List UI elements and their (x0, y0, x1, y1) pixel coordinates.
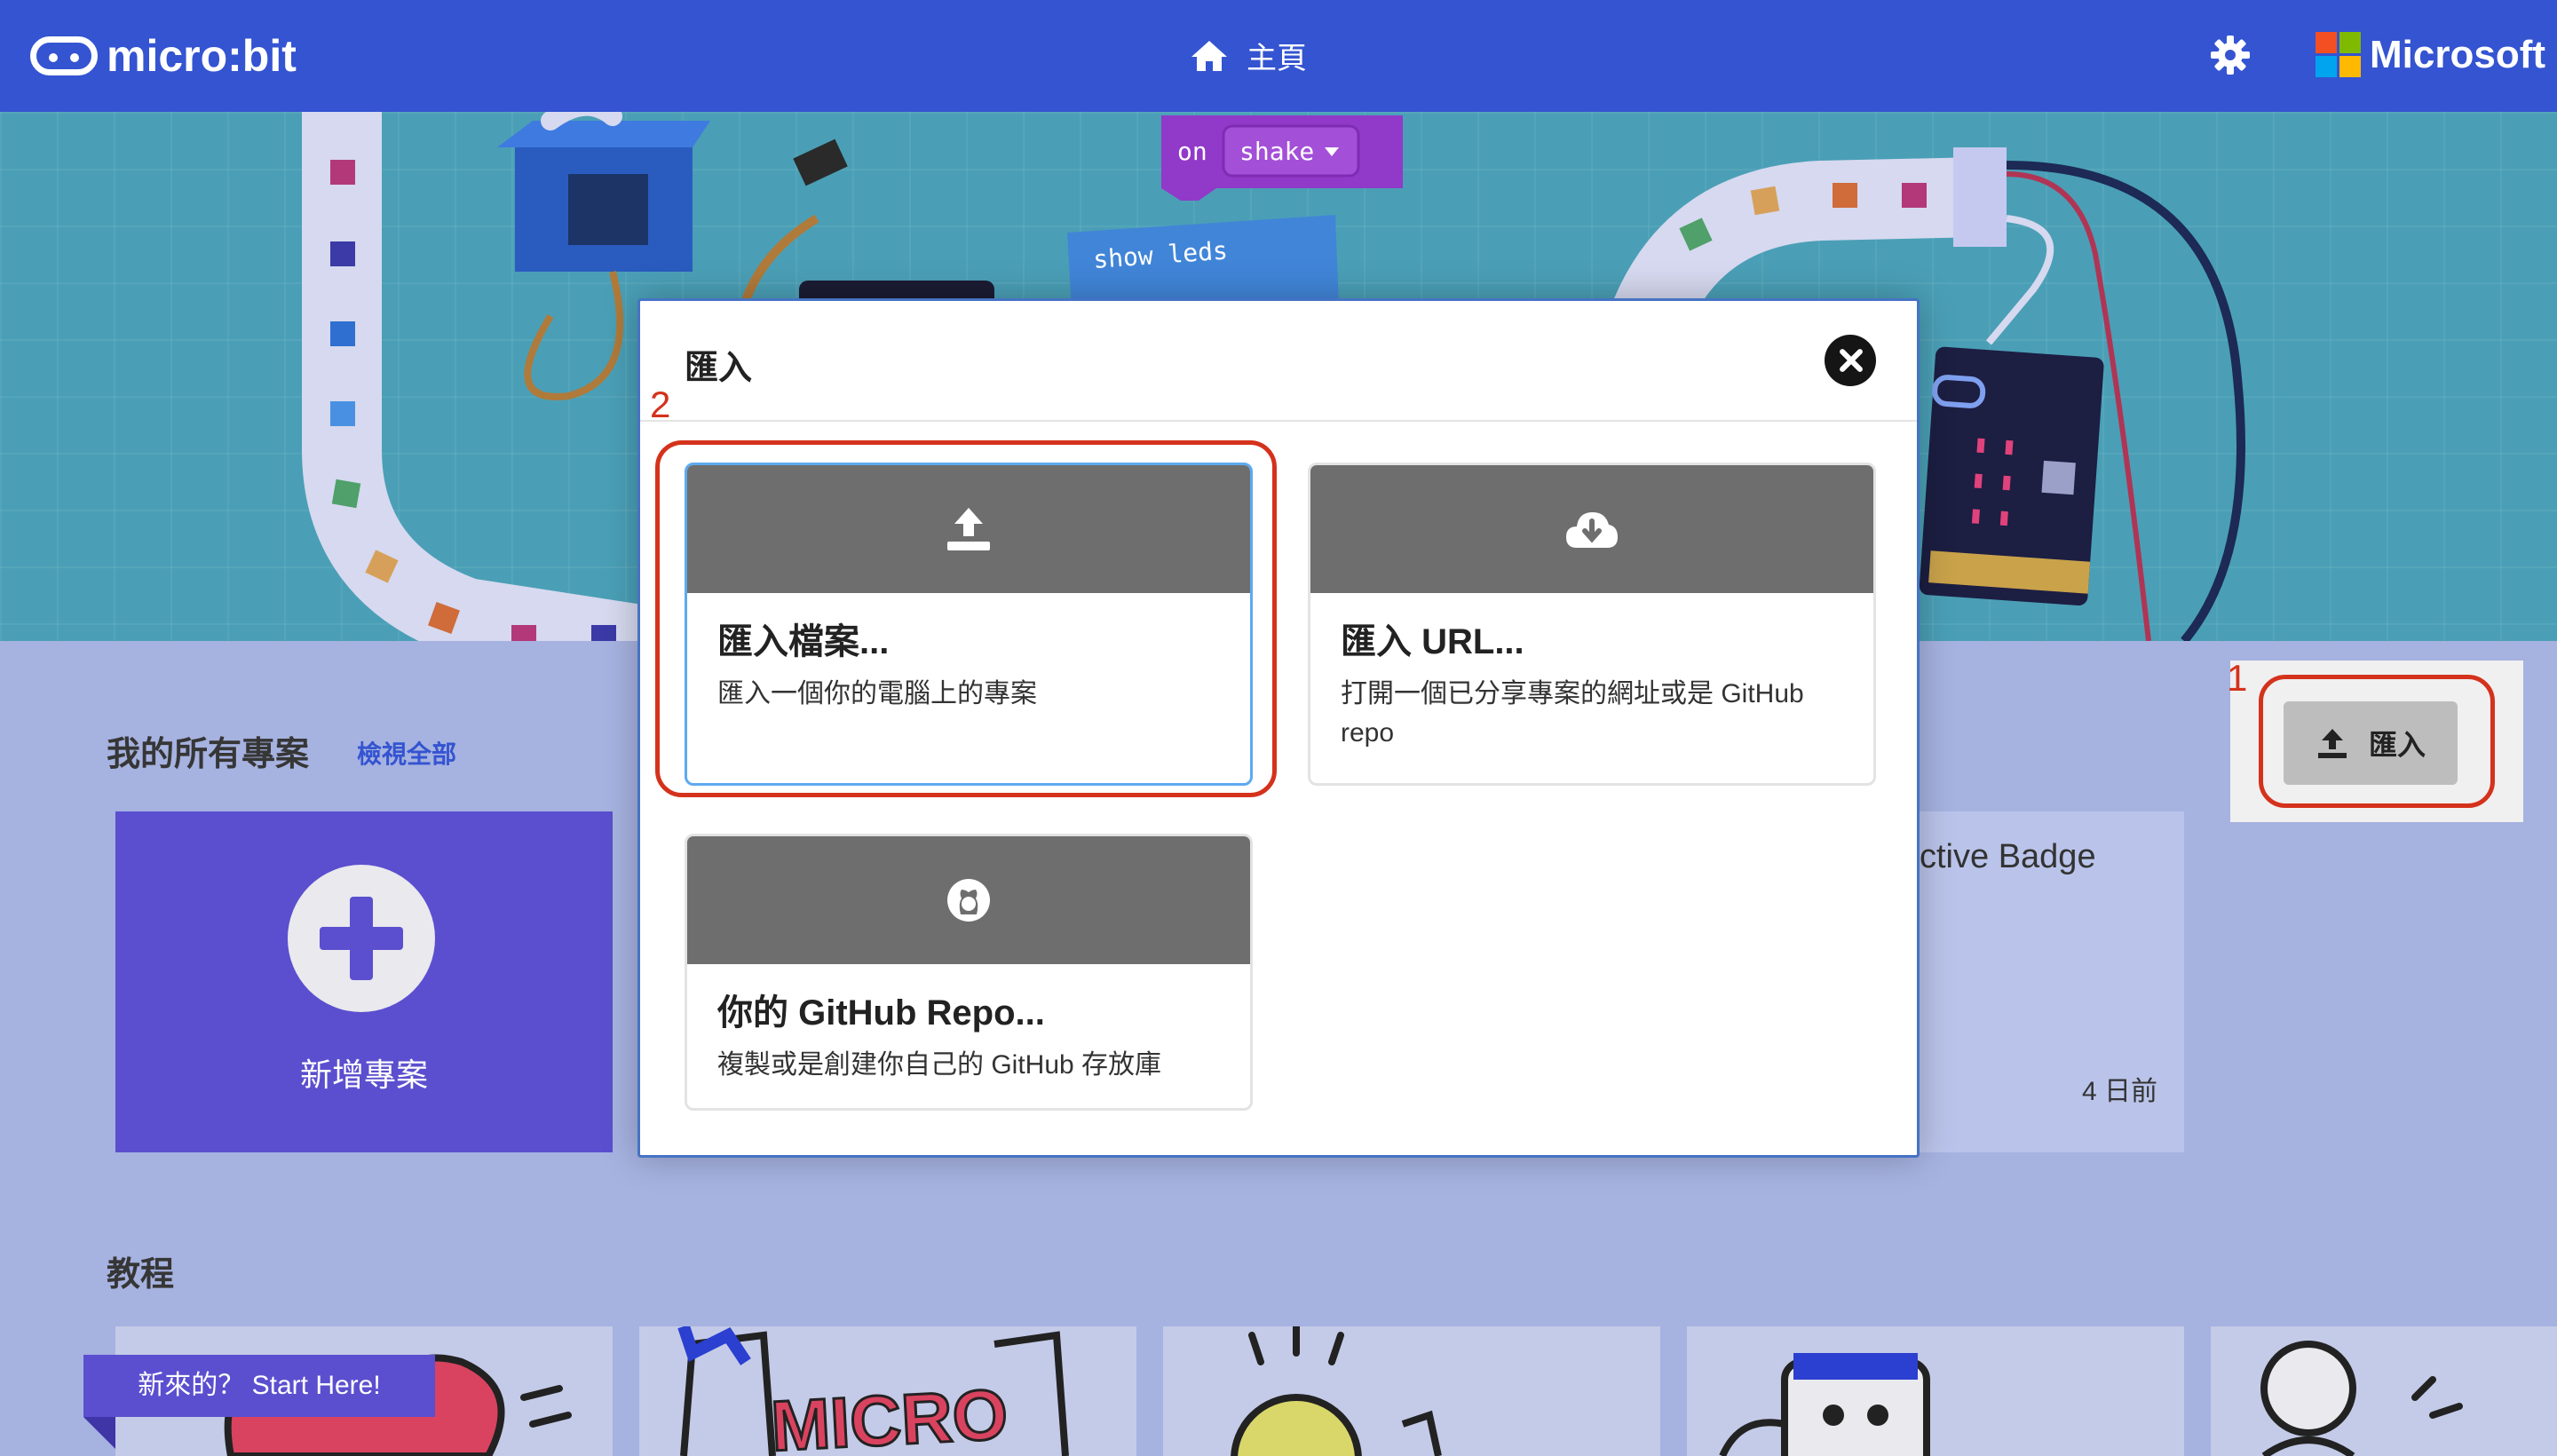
import-url-description: 打開一個已分享專案的網址或是 GitHub repo (1341, 679, 1804, 748)
project-card-date: 4 日前 (2081, 1077, 2157, 1106)
home-label: 主頁 (1247, 42, 1307, 75)
cloud-download-icon (1566, 512, 1618, 548)
dialog-divider (640, 420, 1917, 422)
github-repo-option[interactable]: 你的 GitHub Repo... 複製或是創建你自己的 GitHub 存放庫 (685, 834, 1253, 1111)
microsoft-logo[interactable]: Microsoft (2316, 32, 2545, 77)
tutorials-heading: 教程 (107, 1256, 175, 1294)
import-url-option[interactable]: 匯入 URL... 打開一個已分享專案的網址或是 GitHub repo (1308, 463, 1876, 786)
start-here-banner[interactable]: 新來的？ Start Here! (83, 1355, 435, 1449)
github-repo-option-header (687, 836, 1250, 964)
new-project-card[interactable]: 新增專案 (115, 811, 613, 1152)
settings-button[interactable] (2209, 34, 2252, 81)
person-illustration (2260, 1341, 2463, 1456)
tutorial-card[interactable]: MICRO (639, 1326, 1136, 1456)
face-illustration (1231, 1326, 1442, 1456)
annotation-circle-1 (2259, 675, 2495, 808)
import-url-title: 匯入 URL... (1341, 622, 1524, 661)
tutorial-card[interactable] (2211, 1326, 2557, 1456)
microsoft-name: Microsoft (2370, 32, 2545, 76)
import-url-option-header (1310, 465, 1873, 593)
svg-text:MICRO: MICRO (769, 1374, 1009, 1456)
home-icon (1191, 40, 1227, 71)
tutorial-card[interactable] (1687, 1326, 2184, 1456)
close-button[interactable] (1825, 335, 1876, 386)
github-icon (947, 879, 990, 922)
tutorial-card[interactable] (1163, 1326, 1660, 1456)
project-card[interactable]: ctive Badge 4 日前 (1873, 811, 2184, 1152)
view-all-link[interactable]: 檢視全部 (357, 735, 456, 771)
annotation-number-1: 1 (2227, 657, 2248, 699)
robot-illustration (1719, 1353, 1930, 1456)
block-on-text: on (1177, 137, 1207, 166)
project-card-title: ctive Badge (1920, 838, 2096, 875)
micro-building-illustration: MICRO (677, 1326, 1069, 1456)
microbit-logo[interactable]: micro:bit (30, 30, 297, 82)
annotation-number-2: 2 (650, 384, 671, 425)
annotation-circle-2 (655, 440, 1277, 797)
microbit-logo-icon (30, 36, 98, 75)
top-bar: micro:bit 主頁 Microsoft (0, 0, 2557, 112)
dialog-title: 匯入 (685, 350, 753, 387)
microsoft-logo-icon (2316, 32, 2361, 77)
new-project-label: 新增專案 (299, 1056, 428, 1093)
github-repo-description: 複製或是創建你自己的 GitHub 存放庫 (717, 1050, 1162, 1080)
github-repo-title: 你的 GitHub Repo... (717, 993, 1045, 1033)
plus-icon (288, 865, 435, 1012)
block-shake-text: shake (1239, 137, 1314, 166)
my-projects-heading: 我的所有專案 (107, 736, 310, 773)
home-link[interactable]: 主頁 (1190, 34, 1307, 77)
gear-icon (2211, 36, 2250, 75)
brand-name: micro:bit (107, 31, 297, 81)
